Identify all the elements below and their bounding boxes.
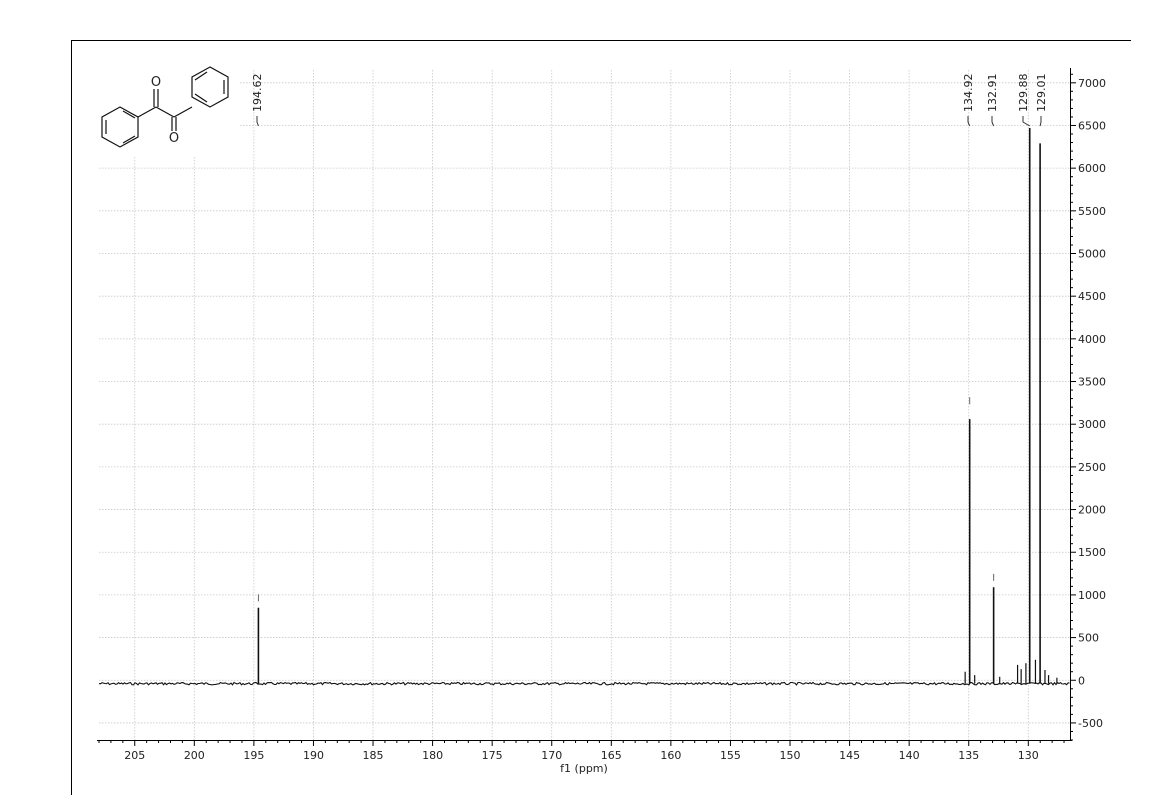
x-tick-label: 175 [482,749,503,762]
x-tick-label: 185 [363,749,384,762]
x-axis: 205 200 195 190 185 180 175 170 165 160 155 150 145 1… [97,740,1072,762]
peak-label-194.62: 194.62 [251,74,264,113]
x-axis-title: f1 (ppm) [560,762,608,775]
y-tick-label: 500 [1078,632,1099,645]
x-tick-label: 190 [303,749,324,762]
x-tick-label: 150 [780,749,801,762]
y-tick-label: 4000 [1078,333,1106,346]
y-tick-label: 3500 [1078,376,1106,389]
y-tick-label: 1000 [1078,589,1106,602]
y-tick-label: 0 [1078,674,1085,687]
x-tick-label: 160 [660,749,681,762]
plot-area [99,70,1070,740]
y-tick-label: 2000 [1078,504,1106,517]
y-tick-label: 2500 [1078,461,1106,474]
x-tick-label: 205 [124,749,145,762]
peak-label-129.88: 129.88 [1017,74,1030,113]
peak-label-132.91: 132.91 [986,74,999,113]
peak-label-134.92: 134.92 [962,74,975,113]
x-tick-label: 155 [720,749,741,762]
x-tick-label: 170 [541,749,562,762]
peak-label-129.01: 129.01 [1035,74,1048,113]
x-tick-label: 180 [422,749,443,762]
x-tick-label: 195 [243,749,264,762]
y-axis: 7000650060005500500045004000350030002500… [1070,68,1106,741]
oxygen-label-bottom: O [169,131,179,146]
y-tick-label: 7000 [1078,77,1106,90]
y-tick-label: 6000 [1078,162,1106,175]
x-tick-label: 200 [184,749,205,762]
y-tick-label: 6500 [1078,119,1106,132]
x-tick-label: 145 [839,749,860,762]
y-tick-label: -500 [1078,717,1103,730]
x-tick-label: 140 [899,749,920,762]
x-tick-label: 135 [958,749,979,762]
y-tick-label: 3000 [1078,418,1106,431]
x-tick-label: 130 [1018,749,1039,762]
y-tick-label: 5000 [1078,248,1106,261]
y-tick-label: 1500 [1078,546,1106,559]
oxygen-label-top: O [151,75,161,90]
nmr-spectrum-chart: 205 200 195 190 185 180 175 170 165 160 155 150 145 1… [71,40,1131,795]
x-tick-label: 165 [601,749,622,762]
y-tick-label: 4500 [1078,290,1106,303]
y-tick-label: 5500 [1078,205,1106,218]
